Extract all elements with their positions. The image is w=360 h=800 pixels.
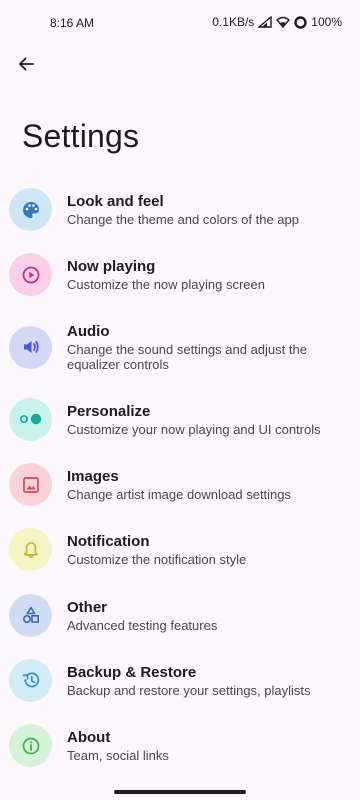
settings-item-icon-container xyxy=(9,188,52,232)
settings-item-title: Other xyxy=(67,598,108,616)
home-indicator[interactable] xyxy=(114,790,246,794)
settings-item-about[interactable]: About Team, social links xyxy=(0,713,360,778)
play-circle-icon xyxy=(21,265,41,285)
restore-icon xyxy=(21,670,41,690)
settings-item-icon-container xyxy=(9,397,52,441)
arrow-left-icon xyxy=(19,57,34,71)
settings-item-icon-container xyxy=(9,724,52,768)
info-icon xyxy=(21,736,41,756)
settings-item-title: About xyxy=(67,729,111,747)
battery-icon xyxy=(294,15,307,29)
settings-item-subtitle: Team, social links xyxy=(67,748,169,764)
settings-item-title: Images xyxy=(67,468,119,486)
settings-item-title: Backup & Restore xyxy=(67,663,197,681)
settings-item-subtitle: Customize the notification style xyxy=(67,552,247,568)
status-time: 8:16 AM xyxy=(50,16,95,30)
status-icons: 0.1KB/s 100% xyxy=(212,15,342,29)
settings-item-subtitle: Change the theme and colors of the app xyxy=(67,212,299,228)
settings-item-icon-container xyxy=(9,528,52,572)
settings-list: Look and feel Change the theme and colors… xyxy=(0,177,360,778)
settings-item-text: Images Change artist image download setti… xyxy=(67,467,346,502)
settings-item-images[interactable]: Images Change artist image download setti… xyxy=(0,452,360,517)
settings-item-text: Personalize Customize your now playing an… xyxy=(67,402,346,437)
settings-item-look-and-feel[interactable]: Look and feel Change the theme and colors… xyxy=(0,177,360,242)
volume-icon xyxy=(21,337,41,357)
page-title: Settings xyxy=(22,118,140,154)
palette-icon xyxy=(21,200,41,220)
settings-item-other[interactable]: Other Advanced testing features xyxy=(0,582,360,647)
settings-item-icon-container xyxy=(9,463,52,507)
settings-item-title: Now playing xyxy=(67,258,156,276)
settings-item-text: Backup & Restore Backup and restore your … xyxy=(67,663,346,698)
settings-item-now-playing[interactable]: Now playing Customize the now playing scr… xyxy=(0,242,360,307)
settings-item-subtitle: Customize your now playing and UI contro… xyxy=(67,421,321,437)
settings-item-title: Audio xyxy=(67,323,110,341)
settings-item-subtitle: Advanced testing features xyxy=(67,617,218,633)
settings-item-subtitle: Change artist image download settings xyxy=(67,487,292,503)
battery-level: 100% xyxy=(311,15,342,29)
settings-item-text: About Team, social links xyxy=(67,728,346,763)
bell-icon xyxy=(21,540,41,560)
settings-item-text: Look and feel Change the theme and colors… xyxy=(67,192,346,227)
settings-item-audio[interactable]: Audio Change the sound settings and adjus… xyxy=(0,308,360,387)
settings-item-title: Look and feel xyxy=(67,193,164,211)
settings-item-personalize[interactable]: Personalize Customize your now playing an… xyxy=(0,387,360,452)
toggle-icon xyxy=(19,411,43,427)
settings-item-title: Personalize xyxy=(67,402,151,420)
settings-item-backup-restore[interactable]: Backup & Restore Backup and restore your … xyxy=(0,648,360,713)
shapes-icon xyxy=(21,605,41,625)
settings-item-text: Now playing Customize the now playing scr… xyxy=(67,257,346,292)
wifi-icon xyxy=(276,16,291,28)
settings-item-notification[interactable]: Notification Customize the notification s… xyxy=(0,517,360,582)
settings-item-subtitle: Backup and restore your settings, playli… xyxy=(67,682,311,698)
settings-item-text: Audio Change the sound settings and adjus… xyxy=(67,322,346,372)
settings-item-icon-container xyxy=(9,593,52,637)
settings-item-icon-container xyxy=(9,658,52,702)
status-bar: 8:16 AM 0.1KB/s 100% xyxy=(0,0,360,44)
settings-item-icon-container xyxy=(9,325,52,369)
image-icon xyxy=(21,475,41,495)
settings-item-title: Notification xyxy=(67,533,150,551)
settings-item-subtitle: Customize the now playing screen xyxy=(67,277,265,293)
signal-icon xyxy=(258,16,272,28)
settings-item-icon-container xyxy=(9,253,52,297)
settings-item-subtitle: Change the sound settings and adjust the… xyxy=(67,342,307,373)
settings-item-text: Other Advanced testing features xyxy=(67,598,346,633)
network-speed: 0.1KB/s xyxy=(212,15,255,29)
back-button[interactable] xyxy=(10,48,42,80)
settings-item-text: Notification Customize the notification s… xyxy=(67,532,346,567)
